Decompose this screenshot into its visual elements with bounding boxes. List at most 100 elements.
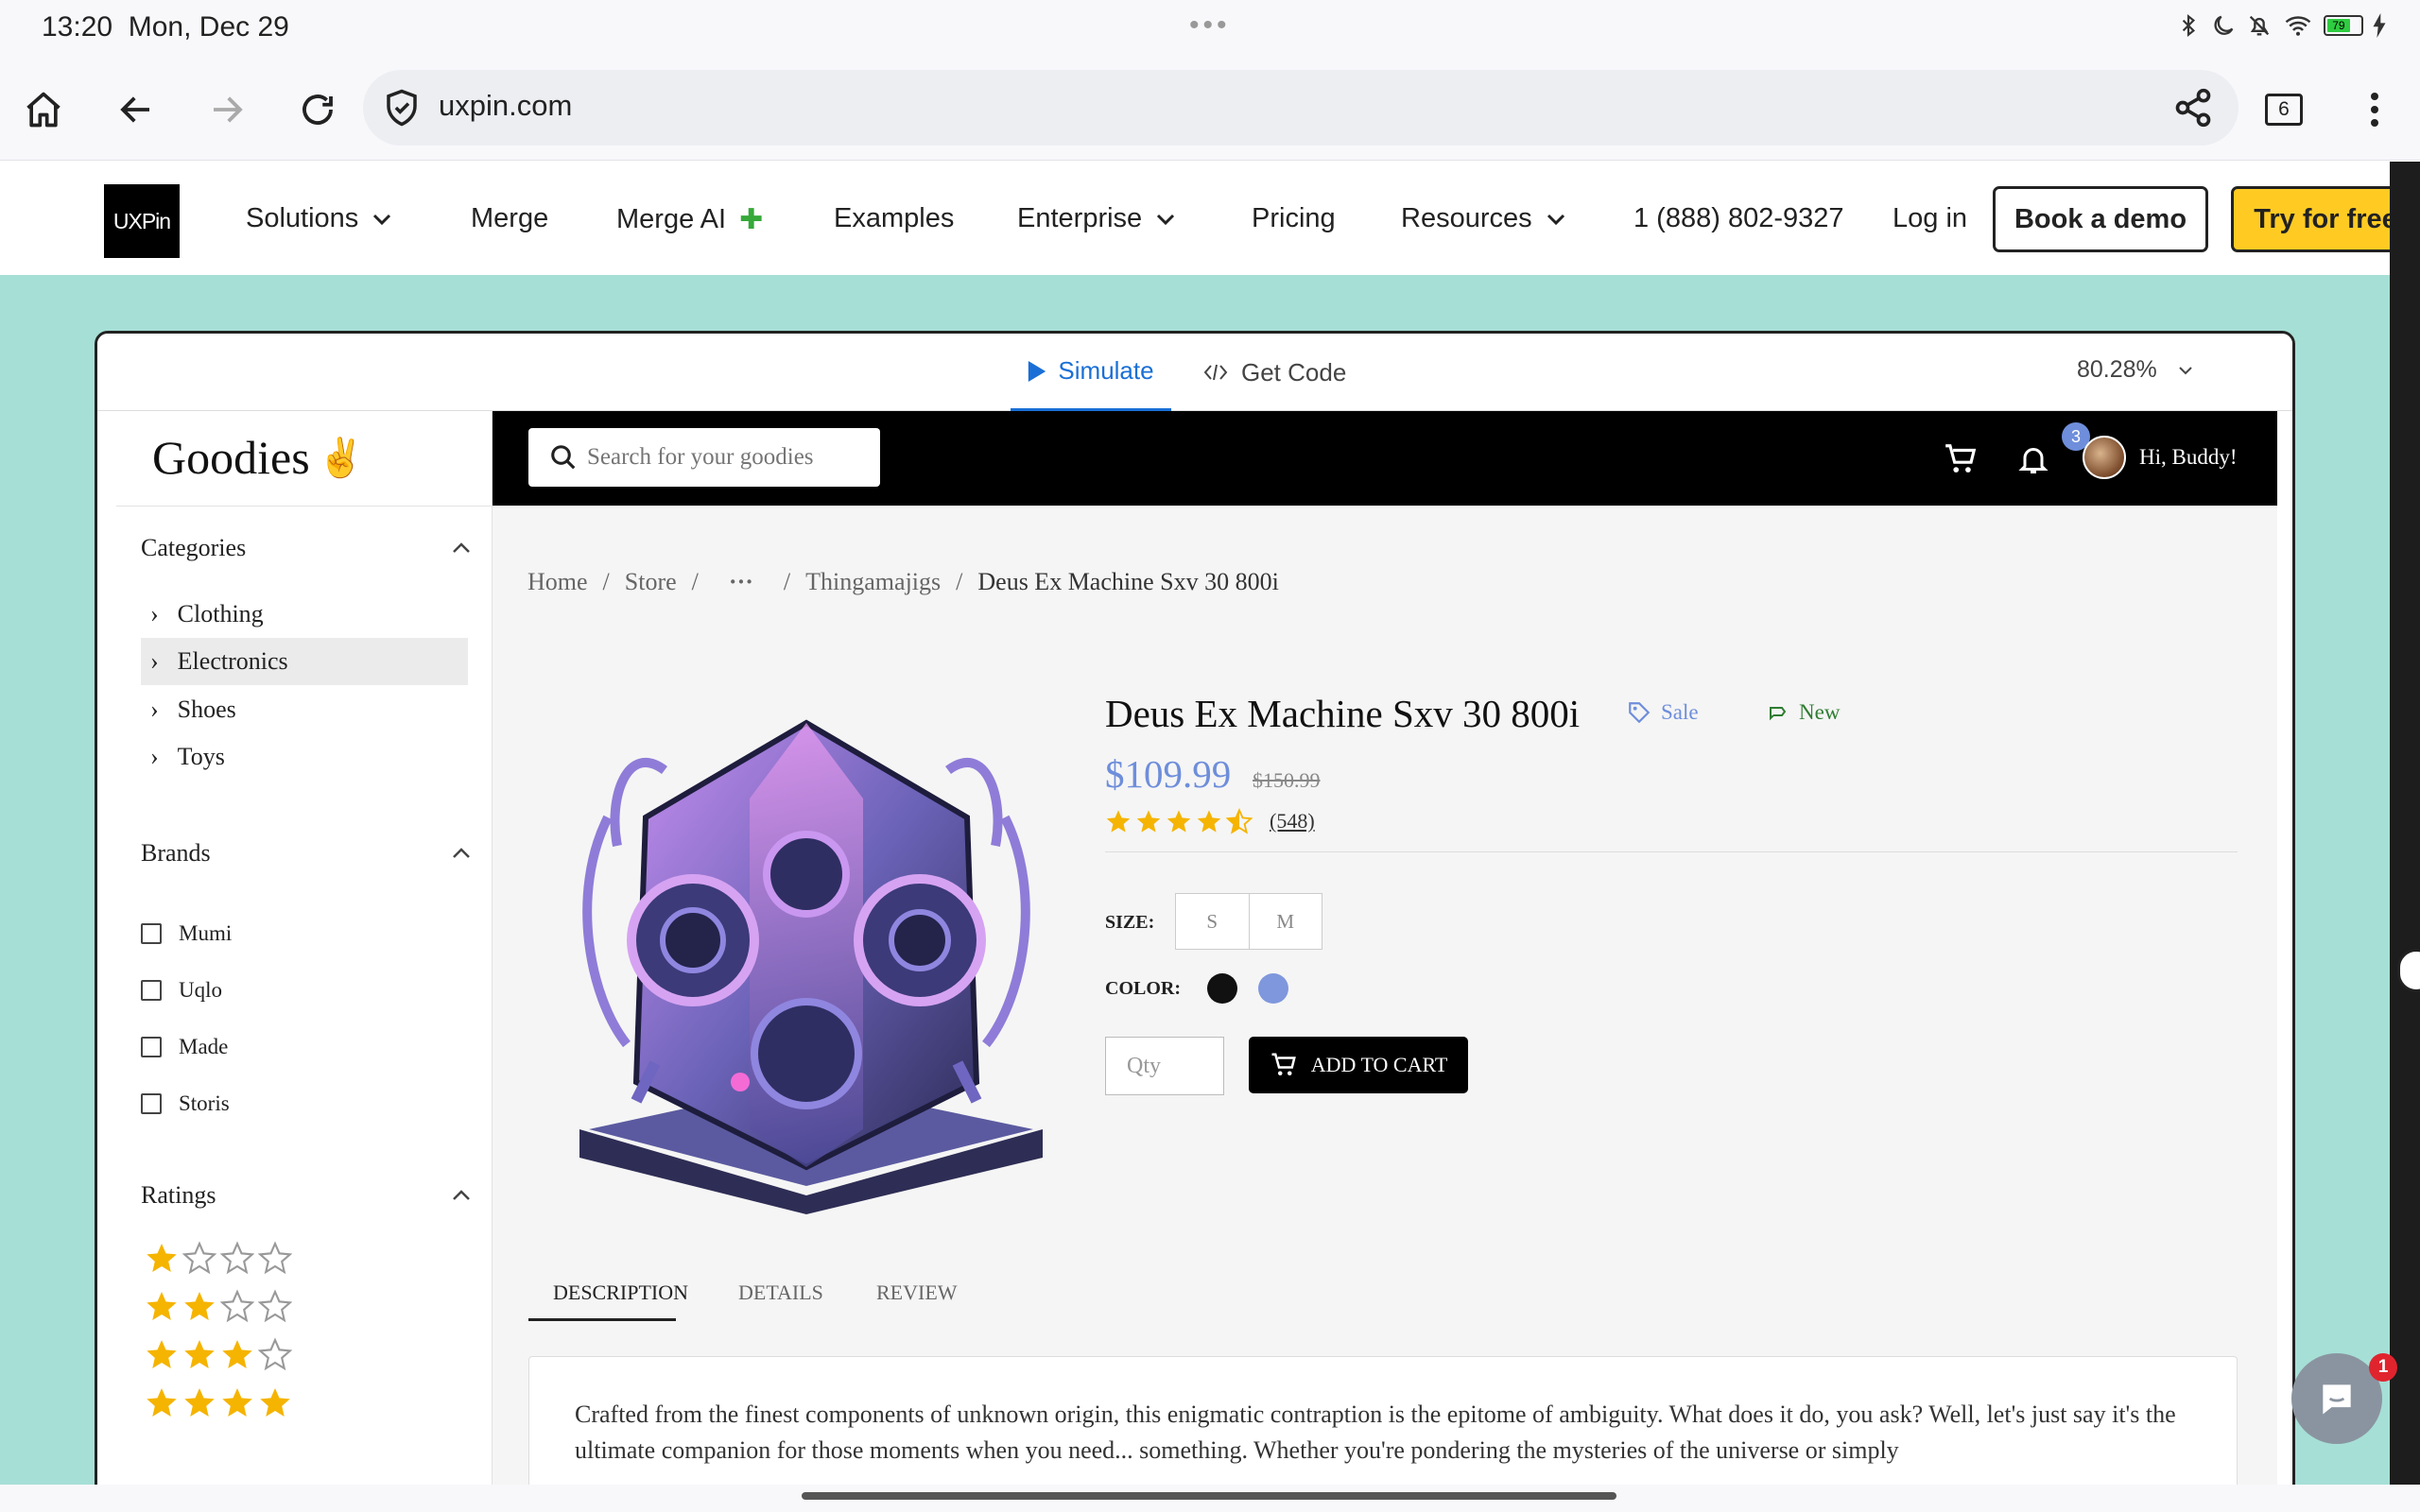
rating-filter-1[interactable] (145, 1241, 292, 1275)
search-input[interactable] (587, 444, 871, 471)
bell-icon[interactable] (2016, 441, 2050, 477)
breadcrumb-ellipsis[interactable]: ··· (714, 568, 769, 596)
home-icon[interactable] (17, 83, 70, 136)
quantity-input[interactable]: Qty (1105, 1037, 1224, 1095)
product-rating[interactable]: (548) (1105, 808, 1315, 834)
breadcrumb: Home / Store / ··· / Thingamajigs / Deus… (527, 568, 1279, 596)
tab-review[interactable]: REVIEW (876, 1280, 958, 1305)
url-text[interactable]: uxpin.com (439, 89, 572, 123)
ratings-header[interactable]: Ratings (141, 1181, 472, 1210)
nav-merge[interactable]: Merge (471, 203, 548, 234)
brand-checkbox-made[interactable]: Made (141, 1035, 228, 1059)
star-filled-icon (147, 1340, 177, 1368)
product-image[interactable] (551, 685, 1062, 1214)
active-tab-indicator (528, 1318, 676, 1321)
checkbox (141, 1037, 162, 1057)
chevron-right-icon: › (150, 743, 159, 770)
size-selector[interactable]: S M (1175, 893, 1322, 950)
nav-solutions[interactable]: Solutions (246, 203, 392, 234)
browser-toolbar: uxpin.com 6 (0, 55, 2420, 161)
category-toys[interactable]: › Toys (141, 733, 468, 781)
more-menu-icon[interactable] (2348, 83, 2401, 136)
avatar[interactable] (2083, 436, 2126, 479)
color-swatch-blue[interactable] (1258, 973, 1288, 1004)
search-box[interactable] (528, 428, 880, 487)
book-demo-button[interactable]: Book a demo (1993, 186, 2208, 252)
breadcrumb-thingamajigs[interactable]: Thingamajigs (805, 568, 941, 596)
nav-resources[interactable]: Resources (1401, 203, 1566, 234)
brands-header[interactable]: Brands (141, 839, 472, 868)
home-gesture-bar[interactable] (802, 1492, 1616, 1500)
tab-switcher-button[interactable]: 6 (2257, 83, 2310, 136)
site-navigation: UXPin Solutions Merge Merge AI ✚ Examples… (0, 162, 2420, 275)
nav-examples[interactable]: Examples (834, 203, 954, 234)
brand-logo[interactable]: Goodies ✌ (152, 430, 364, 485)
category-shoes[interactable]: › Shoes (141, 686, 468, 733)
nav-merge-ai[interactable]: Merge AI ✚ (616, 203, 763, 236)
star-empty-icon (258, 1241, 292, 1275)
cart-icon[interactable] (1943, 441, 1979, 477)
page-scrollbar-track[interactable] (2390, 162, 2420, 1485)
nav-pricing[interactable]: Pricing (1252, 203, 1336, 234)
product-price: $109.99 (1105, 752, 1232, 796)
chevron-up-icon (453, 1190, 470, 1200)
star-filled-icon (184, 1292, 215, 1320)
goodies-app: Goodies ✌ Categories › Clothing › Electroni… (116, 411, 2277, 1509)
breadcrumb-current: Deus Ex Machine Sxv 30 800i (977, 568, 1279, 595)
status-time: 13:20 Mon, Dec 29 (42, 11, 289, 43)
size-option-s[interactable]: S (1176, 894, 1249, 949)
star-empty-icon (258, 1289, 292, 1323)
address-bar[interactable]: uxpin.com (363, 70, 2238, 146)
tab-details[interactable]: DETAILS (738, 1280, 823, 1305)
star-filled-icon (147, 1292, 177, 1320)
zoom-select[interactable]: 80.28% (2077, 356, 2193, 384)
back-arrow-icon[interactable] (110, 83, 163, 136)
sale-tag[interactable]: Sale (1627, 700, 1699, 725)
brand-checkbox-storis[interactable]: Storis (141, 1091, 230, 1116)
breadcrumb-store[interactable]: Store (625, 568, 677, 596)
color-swatch-black[interactable] (1207, 973, 1237, 1004)
categories-header[interactable]: Categories (141, 534, 472, 562)
prototype-preview-frame: Simulate Get Code 80.28% Goodies ✌ Catego… (95, 331, 2295, 1512)
new-release-icon (1770, 707, 1787, 721)
star-empty-icon (258, 1337, 292, 1371)
breadcrumb-home[interactable]: Home (527, 568, 588, 596)
peace-hand-icon: ✌ (317, 436, 365, 479)
chevron-right-icon: › (150, 600, 159, 627)
tag-icon (1629, 702, 1651, 724)
add-to-cart-button[interactable]: ADD TO CART (1249, 1037, 1468, 1093)
star-filled-icon (147, 1244, 177, 1272)
size-option-m[interactable]: M (1248, 894, 1322, 949)
nav-login[interactable]: Log in (1893, 203, 1967, 234)
chevron-right-icon: › (150, 647, 159, 675)
tab-description[interactable]: DESCRIPTION (553, 1280, 688, 1305)
preview-toolbar: Simulate Get Code 80.28% (97, 334, 2292, 411)
rating-filter-4[interactable] (145, 1385, 292, 1419)
nav-phone[interactable]: 1 (888) 802-9327 (1634, 203, 1844, 234)
system-status-bar: 13:20 Mon, Dec 29 ••• 79 (0, 0, 2420, 55)
category-clothing[interactable]: › Clothing (141, 591, 468, 638)
wifi-icon (2285, 16, 2311, 36)
brand-checkbox-uqlo[interactable]: Uqlo (141, 978, 222, 1003)
forward-arrow-icon[interactable] (200, 83, 253, 136)
filter-sidebar: Goodies ✌ Categories › Clothing › Electroni… (116, 411, 493, 1509)
chat-unread-badge: 1 (2369, 1353, 2397, 1382)
star-empty-icon (220, 1241, 254, 1275)
reload-icon[interactable] (291, 83, 344, 136)
chevron-down-icon (1157, 214, 1175, 225)
tab-get-code[interactable]: Get Code (1203, 334, 1346, 411)
review-count[interactable]: (548) (1270, 809, 1315, 833)
chevron-right-icon: › (150, 696, 159, 723)
new-tag[interactable]: New (1765, 700, 1840, 725)
multitask-dots-icon[interactable]: ••• (1189, 9, 1231, 42)
uxpin-logo[interactable]: UXPin (104, 184, 180, 258)
category-electronics[interactable]: › Electronics (141, 638, 468, 685)
user-greeting[interactable]: Hi, Buddy! (2139, 445, 2238, 470)
divider (116, 506, 493, 507)
tab-simulate[interactable]: Simulate (1011, 334, 1171, 411)
rating-filter-2[interactable] (145, 1289, 292, 1323)
rating-filter-3[interactable] (145, 1337, 292, 1371)
checkbox (141, 1093, 162, 1114)
nav-enterprise[interactable]: Enterprise (1017, 203, 1176, 234)
brand-checkbox-mumi[interactable]: Mumi (141, 921, 232, 946)
